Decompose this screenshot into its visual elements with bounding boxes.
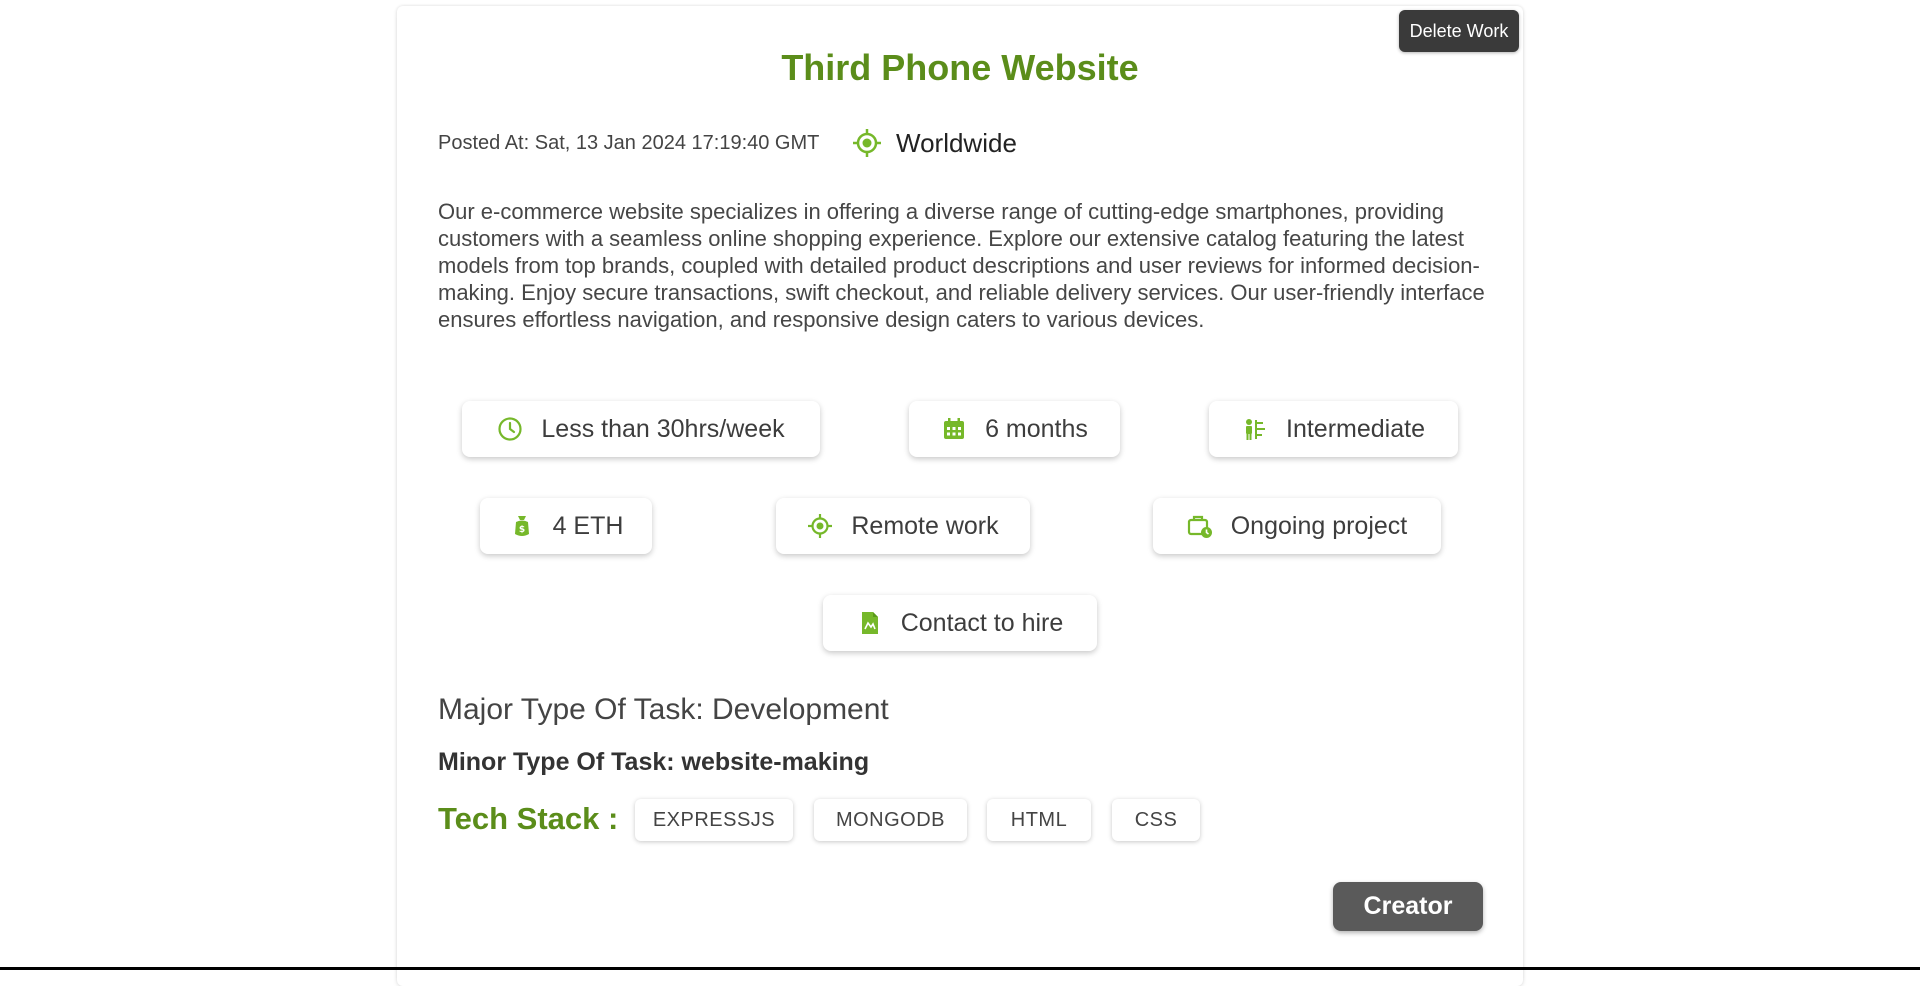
detail-level: Intermediate <box>1209 401 1458 457</box>
detail-label: Less than 30hrs/week <box>541 414 785 443</box>
posted-at: Posted At: Sat, 13 Jan 2024 17:19:40 GMT <box>438 132 820 154</box>
detail-payment: $ 4 ETH <box>480 498 652 554</box>
detail-project-type: Ongoing project <box>1153 498 1441 554</box>
minor-task-type: Minor Type Of Task: website-making <box>438 748 870 776</box>
tech-tag-expressjs: EXPRESSJS <box>635 799 793 841</box>
detail-label: Intermediate <box>1286 414 1425 443</box>
detail-label: 4 ETH <box>552 511 624 540</box>
remote-location-icon <box>808 514 833 538</box>
briefcase-clock-icon <box>1187 515 1212 538</box>
detail-duration: 6 months <box>909 401 1120 457</box>
creator-button[interactable]: Creator <box>1333 882 1483 931</box>
calendar-icon <box>944 418 965 439</box>
detail-label: 6 months <box>985 414 1088 443</box>
clock-icon <box>498 417 522 441</box>
experience-level-icon <box>1246 419 1266 440</box>
location: Worldwide <box>852 127 1017 159</box>
detail-remote: Remote work <box>776 498 1030 554</box>
tech-stack-label: Tech Stack : <box>438 801 619 836</box>
payment-icon: $ <box>514 516 529 536</box>
detail-hiring: Contact to hire <box>823 595 1097 651</box>
detail-label: Remote work <box>851 511 999 540</box>
location-text: Worldwide <box>896 128 1017 158</box>
job-title: Third Phone Website <box>781 47 1139 88</box>
job-description: Our e-commerce website specializes in of… <box>438 199 1485 332</box>
tech-tag-mongodb: MONGODB <box>814 799 967 841</box>
major-task-type: Major Type Of Task: Development <box>438 693 889 726</box>
detail-label: Contact to hire <box>900 608 1064 637</box>
detail-label: Ongoing project <box>1230 511 1408 540</box>
document-icon <box>861 612 878 634</box>
detail-hours: Less than 30hrs/week <box>462 401 820 457</box>
location-crosshair-icon <box>853 129 881 157</box>
tech-tag-css: CSS <box>1112 799 1200 841</box>
tech-tag-html: HTML <box>987 799 1091 841</box>
svg-text:$: $ <box>518 525 524 535</box>
